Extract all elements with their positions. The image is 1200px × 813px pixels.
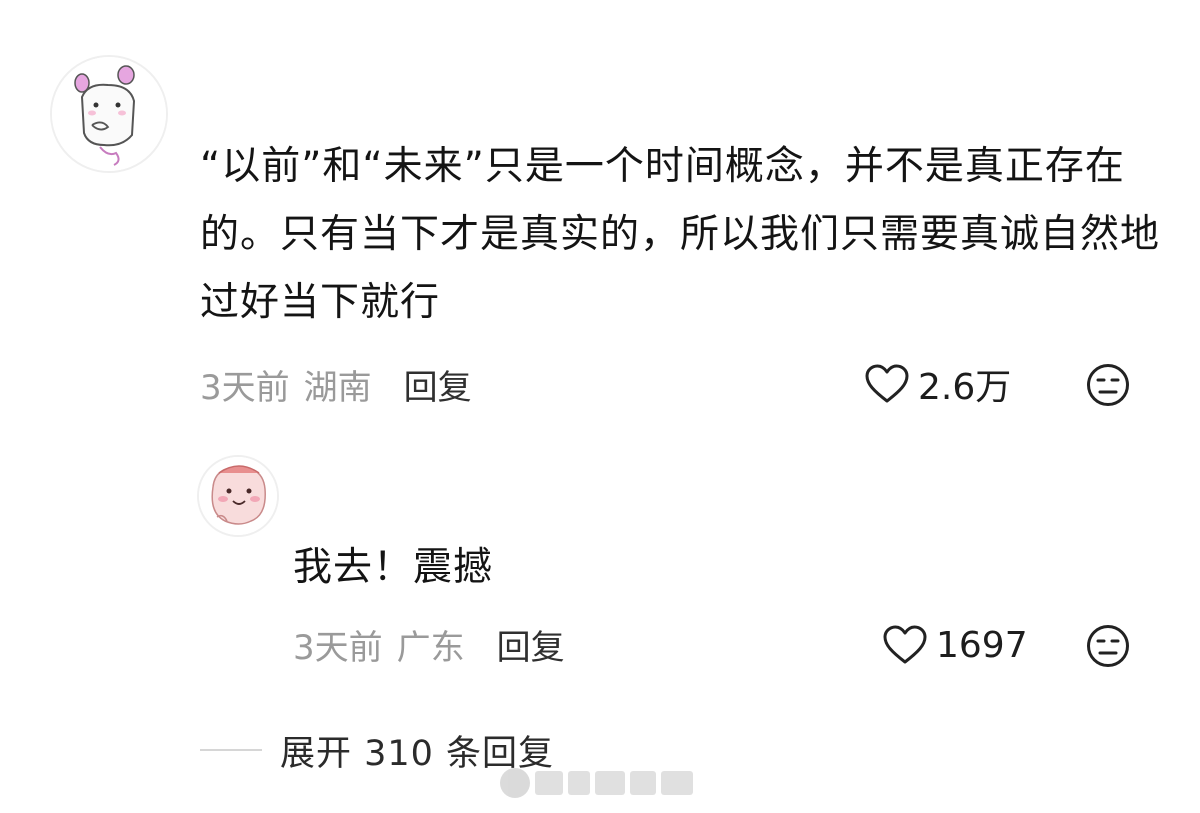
divider <box>200 749 262 751</box>
reply-avatar[interactable] <box>197 455 279 537</box>
comment-time: 3天前 <box>200 367 290 408</box>
comment-text: “以前”和“未来”只是一个时间概念，并不是真正存在的。只有当下才是真实的，所以我… <box>200 144 1161 325</box>
comment-location: 湖南 <box>303 367 372 408</box>
like-button[interactable]: 2.6万 <box>864 356 1011 412</box>
reply-button[interactable]: 回复 <box>404 360 472 409</box>
reply-like-count: 1697 <box>936 624 1028 666</box>
dislike-button[interactable] <box>1086 363 1130 407</box>
reply-location: 广东 <box>396 627 465 668</box>
watermark <box>500 764 705 802</box>
reply-to-reply-button[interactable]: 回复 <box>497 620 565 669</box>
like-count: 2.6万 <box>918 367 1012 408</box>
neutral-face-icon <box>1087 625 1129 667</box>
reply-text: 我去！震撼 <box>293 545 494 590</box>
heart-outline-icon <box>865 364 909 403</box>
pink-character-avatar-icon <box>199 457 277 535</box>
reply-time: 3天前 <box>293 627 383 668</box>
commenter-avatar[interactable] <box>50 55 168 173</box>
neutral-face-icon <box>1087 364 1129 406</box>
cartoon-rabbit-avatar-icon <box>52 57 166 171</box>
heart-outline-icon <box>883 625 927 664</box>
reply-dislike-button[interactable] <box>1086 624 1130 668</box>
comment-meta: 3天前 湖南 回复 <box>200 356 472 412</box>
reply-like-button[interactable]: 1697 <box>882 617 1028 673</box>
reply-meta: 3天前 广东 回复 <box>293 616 565 672</box>
